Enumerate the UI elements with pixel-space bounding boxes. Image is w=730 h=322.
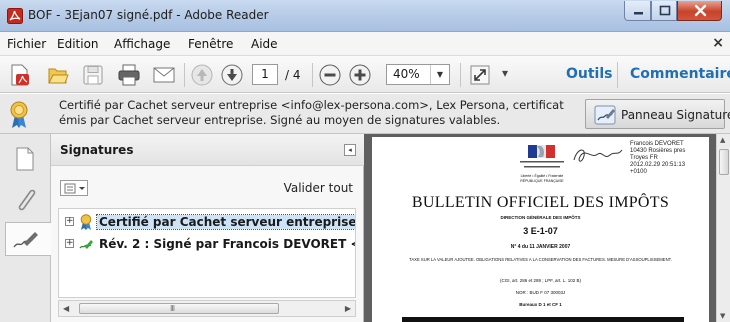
title-bar: BOF - 3Ejan07 signé.pdf - Adobe Reader [0,0,730,32]
zoom-out-icon[interactable] [318,63,342,87]
menu-affichage[interactable]: Affichage [114,37,170,51]
menu-aide[interactable]: Aide [251,37,278,51]
menu-fichier[interactable]: Fichier [7,37,46,51]
signature-stamp: Francois DEVORET 10430 Rosières pres Tro… [630,141,685,176]
create-pdf-icon[interactable] [7,63,31,87]
signatures-panel: Signatures ◂ Valider tout + Certifié par… [51,134,364,322]
republique-label: RÉPUBLIQUE FRANÇAISE [520,179,564,183]
chevron-down-icon[interactable]: ▼ [430,65,449,84]
zoom-in-icon[interactable] [348,63,372,87]
signatures-panel-header: Signatures ◂ [51,134,364,166]
minimize-button[interactable] [624,1,651,21]
document-subject: TAXE SUR LA VALEUR AJOUTEE. OBLIGATIONS … [409,257,672,262]
toolbar-separator [460,63,461,87]
tab-signatures[interactable] [5,222,51,256]
email-icon[interactable] [152,63,176,87]
fit-window-icon[interactable] [468,63,492,87]
certified-ribbon-icon [10,101,28,128]
document-legal-refs: (CGI, art. 286 et 289 ; LPF, art. L. 102… [499,278,582,283]
maximize-icon [659,5,671,16]
document-title: BULLETIN OFFICIEL DES IMPÔTS [411,194,670,211]
republique-motto: Liberté • Égalité • Fraternité [520,174,564,178]
signature-label: Certifié par Cachet serveur entreprise <… [96,214,355,230]
toolbar-separator [312,63,313,87]
document-direction: DIRECTION GÉNÉRALE DES IMPÔTS [500,215,581,220]
stamp-line: Francois DEVORET [630,141,684,147]
signature-panel-button[interactable]: Panneau Signatures [585,99,730,129]
paperclip-icon [18,189,36,211]
signature-pen-icon [13,232,38,248]
close-icon [694,4,707,17]
scroll-left-icon[interactable]: ◀ [63,304,69,313]
stamp-line: 2012.02.29 20:51:13 [630,162,686,168]
document-viewport[interactable]: Francois DEVORET 10430 Rosières pres Tro… [364,134,716,322]
navigation-rail [0,134,51,322]
document-nor: NOR : BUD F 07 30003J [515,290,566,295]
scroll-grip: III [170,304,175,313]
validate-all-button[interactable]: Valider tout [284,181,353,195]
scroll-down-icon[interactable]: ▼ [720,312,725,320]
signatures-panel-title: Signatures [60,143,134,157]
minimize-icon [634,12,643,15]
options-menu-button[interactable] [60,180,88,196]
scroll-right-icon[interactable]: ▶ [345,304,351,313]
document-rule [402,317,684,322]
print-icon[interactable] [117,63,141,87]
signature-row-revision[interactable]: + Rév. 2 : Signé par Francois DEVORET <f… [59,235,355,255]
stamp-line: Troyes FR [630,155,658,161]
signature-pen-icon [594,105,616,125]
pdf-page: Francois DEVORET 10430 Rosières pres Tro… [372,137,709,322]
maximize-button[interactable] [651,1,677,21]
scroll-thumb[interactable] [719,149,729,175]
document-reference: 3 E-1-07 [523,226,558,236]
options-icon [64,183,85,194]
signature-row-certified[interactable]: + Certifié par Cachet serveur entreprise… [59,213,355,233]
more-tools-dropdown[interactable]: ▾ [502,66,508,80]
page-number-input[interactable]: 1 [252,64,278,85]
tab-page-thumbnails[interactable] [6,142,44,176]
open-icon[interactable] [46,63,70,87]
toolbar-separator [184,63,185,87]
document-issue: N° 4 du 11 JANVIER 2007 [510,244,571,250]
stamp-line: +0100 [630,169,647,175]
document-bureaux: Bureaux D 1 et CF 1 [519,302,562,307]
stamp-line: 10430 Rosières pres [630,148,686,154]
adobe-reader-icon [7,8,23,24]
expand-toggle[interactable]: + [65,239,74,248]
menu-fenetre[interactable]: Fenêtre [188,37,233,51]
toolbar: 1 / 4 40% ▼ ▾ Outils Commentaire [0,56,730,93]
next-page-icon[interactable] [220,63,244,87]
prev-page-icon[interactable] [190,63,214,87]
menu-edition[interactable]: Edition [57,37,99,51]
signatures-tree: + Certifié par Cachet serveur entreprise… [58,208,356,298]
signature-status-text: Certifié par Cachet serveur entreprise <… [59,98,564,127]
zoom-value: 40% [393,67,420,81]
collapse-panel-button[interactable]: ◂ [344,144,356,156]
menu-bar: Fichier Edition Affichage Fenêtre Aide × [0,32,730,56]
page-total: / 4 [285,68,301,82]
certified-ribbon-icon [80,214,92,230]
save-icon[interactable] [81,63,105,87]
comment-button[interactable]: Commentaire [630,66,730,82]
signature-pen-icon [79,240,93,249]
page-thumbnails-icon [16,147,34,171]
signature-message-bar: Certifié par Cachet serveur entreprise <… [0,94,730,134]
window-title: BOF - 3Ejan07 signé.pdf - Adobe Reader [28,8,269,22]
marianne-logo [520,145,564,168]
signature-label: Rév. 2 : Signé par Francois DEVORET <fde… [99,237,355,251]
horizontal-scrollbar[interactable]: ◀ III ▶ [58,300,356,317]
vertical-scrollbar[interactable]: ▲ ▼ [716,134,730,322]
scroll-thumb[interactable]: III [79,303,279,314]
close-window-button[interactable] [677,1,722,21]
signature-panel-label: Panneau Signatures [621,108,730,122]
scroll-up-icon[interactable]: ▲ [720,136,725,144]
toolbar-separator [617,62,618,88]
expand-toggle[interactable]: + [65,217,74,226]
tools-button[interactable]: Outils [566,66,613,82]
close-document-button[interactable]: × [712,35,724,51]
tab-attachments[interactable] [6,182,44,216]
handwritten-signature [573,149,623,162]
